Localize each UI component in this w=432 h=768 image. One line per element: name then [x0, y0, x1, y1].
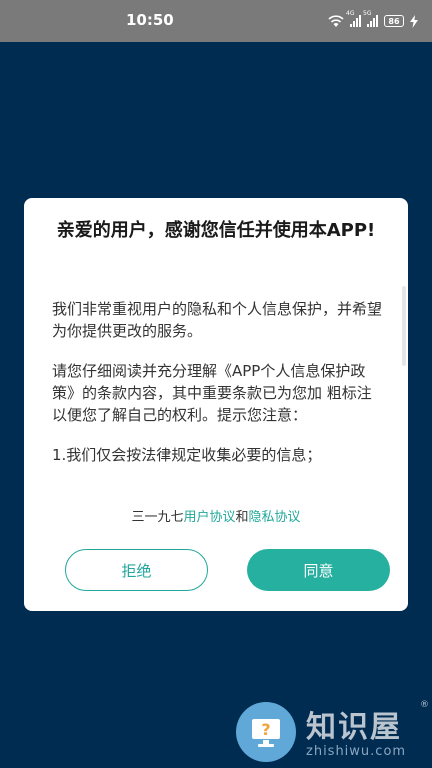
signal-5g-tag: 5G	[363, 10, 372, 17]
privacy-agreement-link[interactable]: 隐私协议	[249, 510, 301, 525]
status-time: 10:50	[126, 11, 174, 29]
watermark-reg: ®	[420, 700, 429, 710]
watermark: ? 知识屋 ® zhishiwu.com	[236, 700, 432, 768]
battery-icon: 86	[384, 15, 404, 27]
agree-button[interactable]: 同意	[247, 549, 390, 591]
signal-4g-icon: 4G	[346, 10, 361, 27]
charging-bolt-icon	[410, 14, 418, 28]
privacy-dialog: 亲爱的用户，感谢您信任并使用本APP! 我们非常重视用户的隐私和个人信息保护，并…	[24, 198, 408, 611]
watermark-subtitle: zhishiwu.com	[306, 744, 407, 759]
watermark-title: 知识屋	[306, 710, 402, 745]
wifi-icon	[328, 15, 344, 27]
policy-text-scroll[interactable]: 我们非常重视用户的隐私和个人信息保护，并希望为你提供更改的服务。 请您仔细阅读并…	[52, 298, 382, 470]
svg-text:?: ?	[261, 720, 270, 739]
links-prefix: 三一九七	[131, 510, 184, 525]
links-and: 和	[235, 510, 249, 525]
agreement-links: 三一九七用户协议和隐私协议	[24, 506, 408, 525]
status-icons: 4G 5G 86	[328, 10, 418, 29]
signal-5g-icon: 5G	[363, 10, 378, 27]
reject-button[interactable]: 拒绝	[65, 549, 208, 591]
policy-paragraph: 1.我们仅会按法律规定收集必要的信息；	[52, 446, 322, 464]
scrollbar-thumb[interactable]	[402, 286, 406, 366]
watermark-logo-icon: ?	[236, 702, 296, 762]
policy-paragraph: 请您仔细阅读并充分理解《APP个人信息保护政策》的条款内容，其中重要条款已为您加…	[52, 362, 372, 424]
user-agreement-link[interactable]: 用户协议	[183, 510, 235, 525]
status-bar: 10:50 4G 5G 86	[0, 0, 432, 42]
dialog-title: 亲爱的用户，感谢您信任并使用本APP!	[56, 220, 376, 241]
monitor-question-icon: ?	[252, 719, 280, 747]
policy-paragraph: 我们非常重视用户的隐私和个人信息保护，并希望为你提供更改的服务。	[52, 300, 382, 340]
signal-4g-tag: 4G	[346, 10, 355, 17]
